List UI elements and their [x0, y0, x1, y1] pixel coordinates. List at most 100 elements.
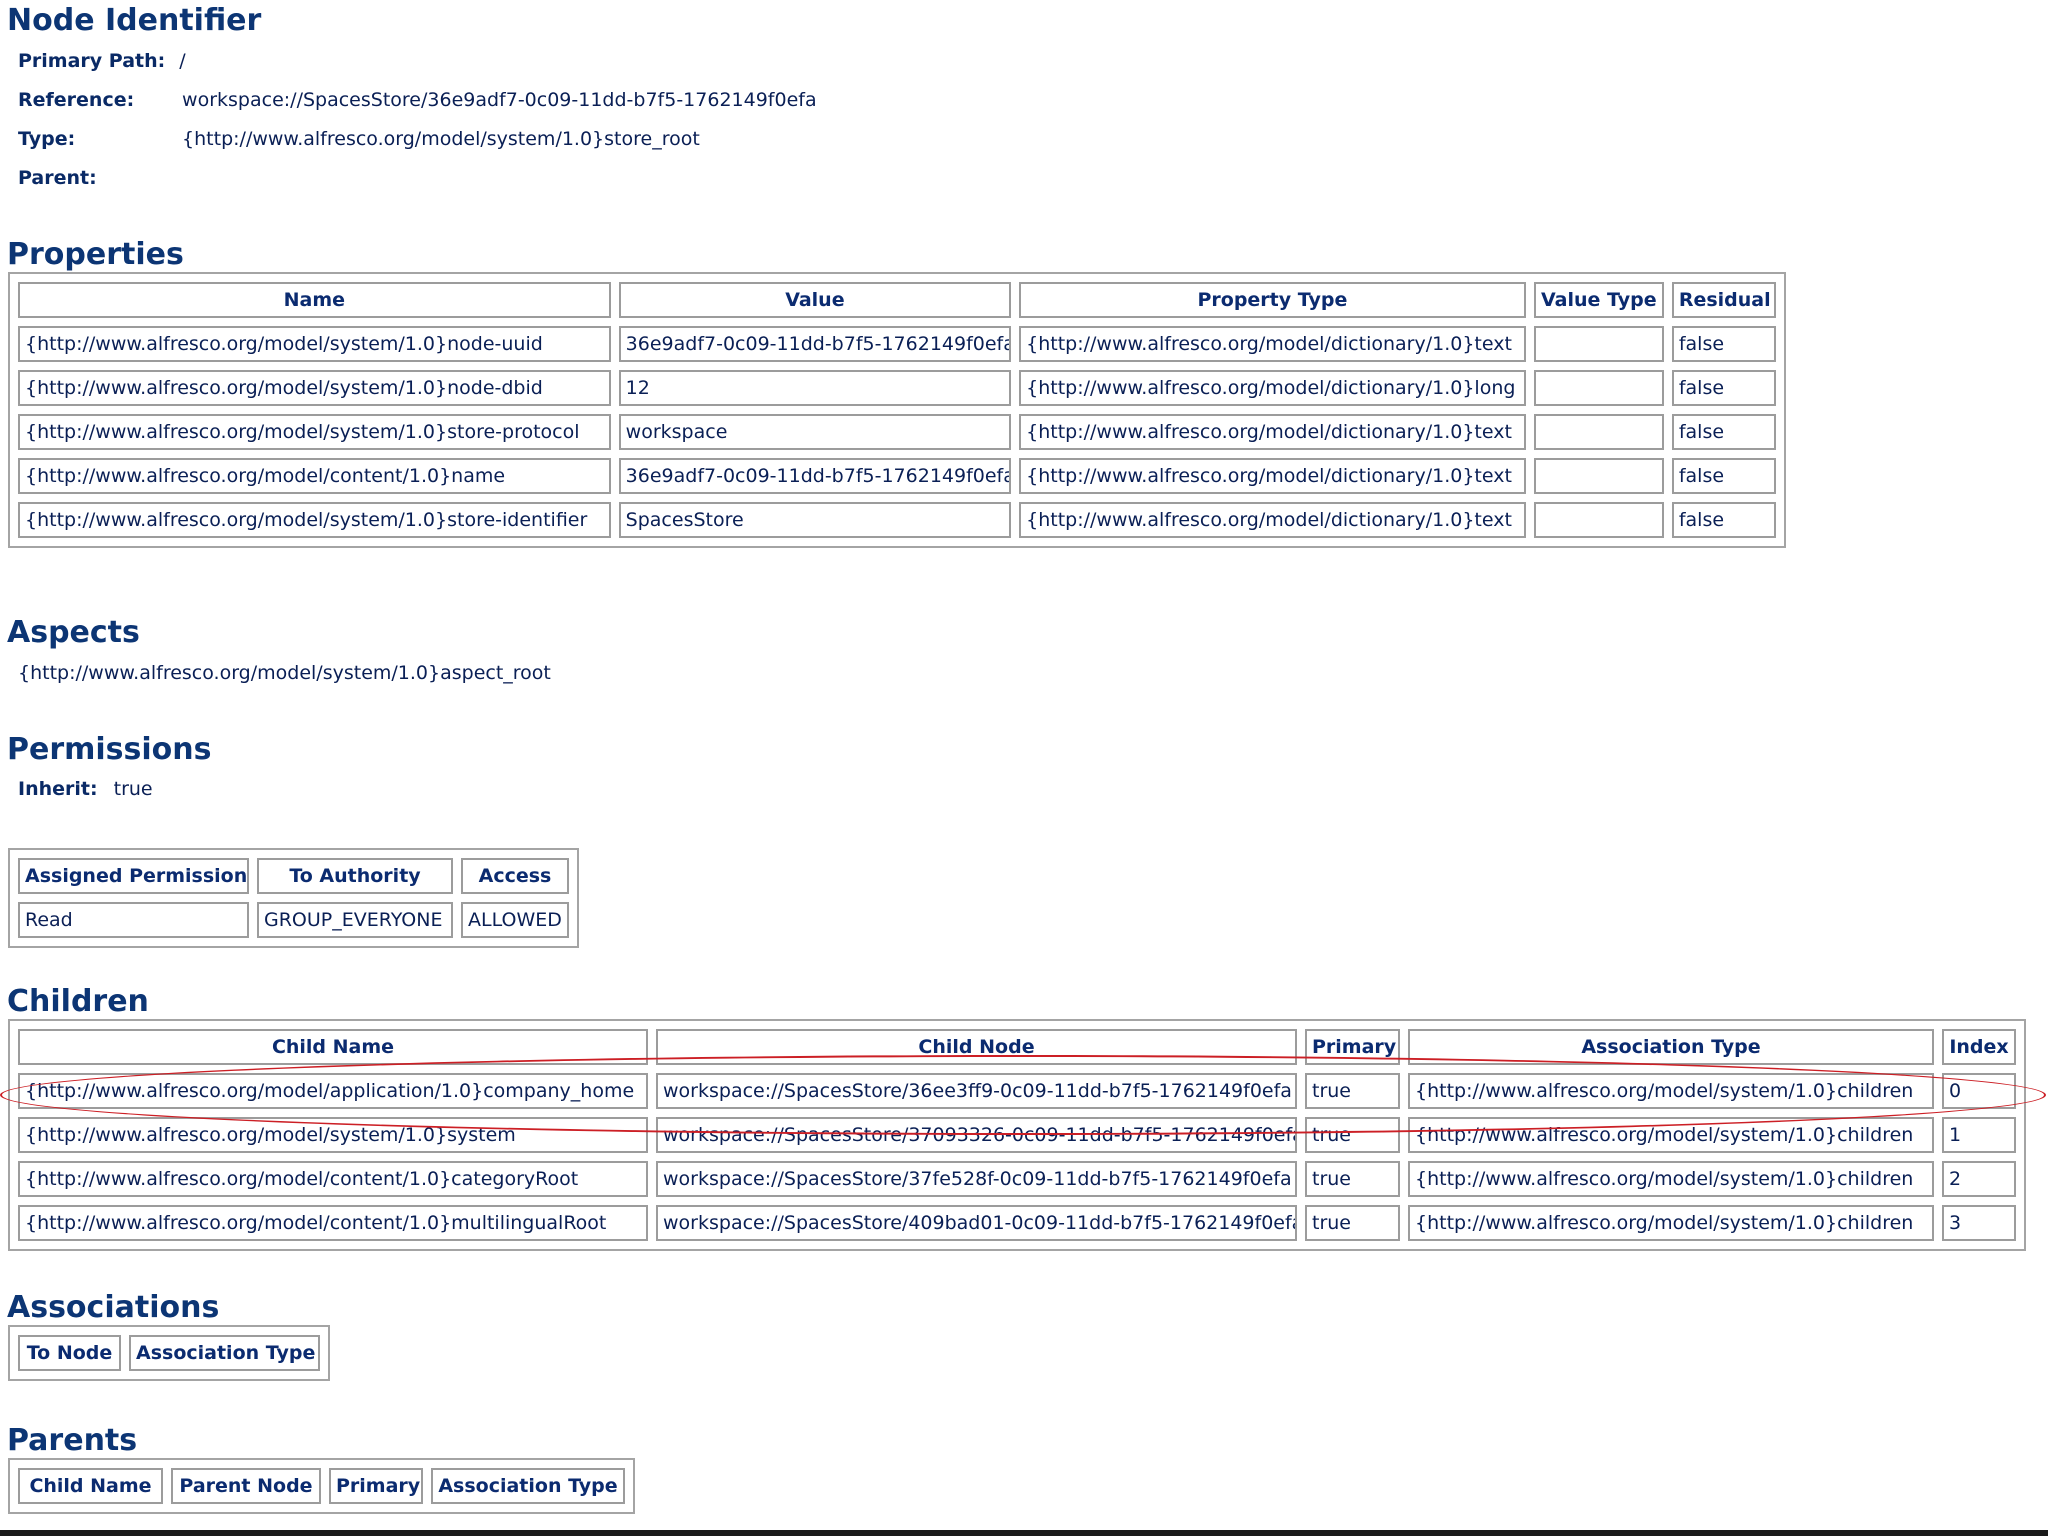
primary-path-row: Primary Path: /	[18, 50, 186, 72]
property-type-cell: {http://www.alfresco.org/model/dictionar…	[1019, 502, 1526, 538]
property-type-cell: {http://www.alfresco.org/model/dictionar…	[1019, 326, 1526, 362]
properties-table: Name Value Property Type Value Type Resi…	[8, 272, 1786, 548]
column-header-association-type: Association Type	[431, 1468, 625, 1504]
column-header-index: Index	[1942, 1029, 2016, 1065]
property-type-cell: {http://www.alfresco.org/model/dictionar…	[1019, 370, 1526, 406]
column-header-residual: Residual	[1671, 282, 1776, 318]
permissions-heading: Permissions	[7, 732, 212, 767]
column-header-value-type: Value Type	[1533, 282, 1664, 318]
residual-cell: false	[1671, 414, 1776, 450]
child-name-cell: {http://www.alfresco.org/model/content/1…	[18, 1161, 648, 1197]
table-row: {http://www.alfresco.org/model/system/1.…	[18, 370, 1776, 406]
column-header-to-node: To Node	[18, 1335, 121, 1371]
table-row: {http://www.alfresco.org/model/applicati…	[18, 1073, 2016, 1109]
property-value-cell: 12	[618, 370, 1012, 406]
column-header-child-name: Child Name	[18, 1468, 163, 1504]
table-row: {http://www.alfresco.org/model/system/1.…	[18, 502, 1776, 538]
table-header-row: Child Name Parent Node Primary Associati…	[18, 1468, 625, 1504]
column-header-primary: Primary	[1305, 1029, 1400, 1065]
value-type-cell	[1533, 414, 1664, 450]
value-type-cell	[1533, 458, 1664, 494]
property-name-cell: {http://www.alfresco.org/model/content/1…	[18, 458, 611, 494]
property-name-cell: {http://www.alfresco.org/model/system/1.…	[18, 414, 611, 450]
type-row: Type: {http://www.alfresco.org/model/sys…	[18, 128, 700, 150]
assigned-permission-cell: Read	[18, 902, 249, 938]
primary-cell: true	[1305, 1161, 1400, 1197]
properties-heading: Properties	[7, 237, 184, 272]
column-header-association-type: Association Type	[129, 1335, 320, 1371]
property-value-cell: workspace	[618, 414, 1012, 450]
primary-cell: true	[1305, 1073, 1400, 1109]
associations-table: To Node Association Type	[8, 1325, 330, 1381]
child-node-link[interactable]: workspace://SpacesStore/37093326-0c09-11…	[656, 1117, 1297, 1153]
inherit-row: Inherit: true	[18, 778, 153, 800]
primary-path-label: Primary Path:	[18, 50, 166, 72]
primary-cell: true	[1305, 1117, 1400, 1153]
parents-table: Child Name Parent Node Primary Associati…	[8, 1458, 635, 1514]
child-name-cell: {http://www.alfresco.org/model/system/1.…	[18, 1117, 648, 1153]
column-header-assigned-permission: Assigned Permission	[18, 858, 249, 894]
residual-cell: false	[1671, 370, 1776, 406]
table-row: {http://www.alfresco.org/model/content/1…	[18, 1205, 2016, 1241]
value-type-cell	[1533, 502, 1664, 538]
children-table: Child Name Child Node Primary Associatio…	[8, 1019, 2026, 1251]
child-name-cell: {http://www.alfresco.org/model/applicati…	[18, 1073, 648, 1109]
property-type-cell: {http://www.alfresco.org/model/dictionar…	[1019, 414, 1526, 450]
children-heading: Children	[7, 984, 149, 1019]
reference-label: Reference:	[18, 89, 135, 111]
column-header-to-authority: To Authority	[257, 858, 453, 894]
aspect-item: {http://www.alfresco.org/model/system/1.…	[18, 662, 551, 684]
child-name-cell: {http://www.alfresco.org/model/content/1…	[18, 1205, 648, 1241]
parent-label: Parent:	[18, 167, 97, 189]
column-header-association-type: Association Type	[1408, 1029, 1934, 1065]
property-type-cell: {http://www.alfresco.org/model/dictionar…	[1019, 458, 1526, 494]
association-type-cell: {http://www.alfresco.org/model/system/1.…	[1408, 1161, 1934, 1197]
associations-heading: Associations	[7, 1290, 220, 1325]
bottom-edge-bar	[0, 1530, 2048, 1536]
residual-cell: false	[1671, 502, 1776, 538]
association-type-cell: {http://www.alfresco.org/model/system/1.…	[1408, 1073, 1934, 1109]
association-type-cell: {http://www.alfresco.org/model/system/1.…	[1408, 1117, 1934, 1153]
table-header-row: To Node Association Type	[18, 1335, 320, 1371]
column-header-parent-node: Parent Node	[171, 1468, 321, 1504]
table-row: {http://www.alfresco.org/model/content/1…	[18, 458, 1776, 494]
primary-cell: true	[1305, 1205, 1400, 1241]
child-node-link[interactable]: workspace://SpacesStore/37fe528f-0c09-11…	[656, 1161, 1297, 1197]
column-header-child-node: Child Node	[656, 1029, 1297, 1065]
table-row: {http://www.alfresco.org/model/system/1.…	[18, 414, 1776, 450]
primary-path-value: /	[179, 50, 186, 72]
table-header-row: Assigned Permission To Authority Access	[18, 858, 569, 894]
column-header-primary: Primary	[329, 1468, 423, 1504]
inherit-value: true	[113, 778, 153, 800]
type-value: {http://www.alfresco.org/model/system/1.…	[182, 128, 700, 150]
access-cell: ALLOWED	[461, 902, 569, 938]
index-cell: 1	[1942, 1117, 2016, 1153]
table-row: {http://www.alfresco.org/model/system/1.…	[18, 326, 1776, 362]
property-value-cell: 36e9adf7-0c09-11dd-b7f5-1762149f0efa	[618, 458, 1012, 494]
child-node-link[interactable]: workspace://SpacesStore/36ee3ff9-0c09-11…	[656, 1073, 1297, 1109]
inherit-label: Inherit:	[18, 778, 98, 800]
column-header-child-name: Child Name	[18, 1029, 648, 1065]
child-node-link[interactable]: workspace://SpacesStore/409bad01-0c09-11…	[656, 1205, 1297, 1241]
value-type-cell	[1533, 326, 1664, 362]
table-row: Read GROUP_EVERYONE ALLOWED	[18, 902, 569, 938]
property-name-cell: {http://www.alfresco.org/model/system/1.…	[18, 370, 611, 406]
index-cell: 2	[1942, 1161, 2016, 1197]
table-row: {http://www.alfresco.org/model/system/1.…	[18, 1117, 2016, 1153]
table-header-row: Name Value Property Type Value Type Resi…	[18, 282, 1776, 318]
column-header-access: Access	[461, 858, 569, 894]
index-cell: 0	[1942, 1073, 2016, 1109]
reference-value: workspace://SpacesStore/36e9adf7-0c09-11…	[182, 89, 817, 111]
value-type-cell	[1533, 370, 1664, 406]
parents-heading: Parents	[7, 1423, 138, 1458]
residual-cell: false	[1671, 326, 1776, 362]
residual-cell: false	[1671, 458, 1776, 494]
property-name-cell: {http://www.alfresco.org/model/system/1.…	[18, 326, 611, 362]
association-type-cell: {http://www.alfresco.org/model/system/1.…	[1408, 1205, 1934, 1241]
index-cell: 3	[1942, 1205, 2016, 1241]
parent-row: Parent:	[18, 167, 182, 189]
table-row: {http://www.alfresco.org/model/content/1…	[18, 1161, 2016, 1197]
property-value-cell: SpacesStore	[618, 502, 1012, 538]
aspects-heading: Aspects	[7, 615, 140, 650]
column-header-value: Value	[618, 282, 1012, 318]
